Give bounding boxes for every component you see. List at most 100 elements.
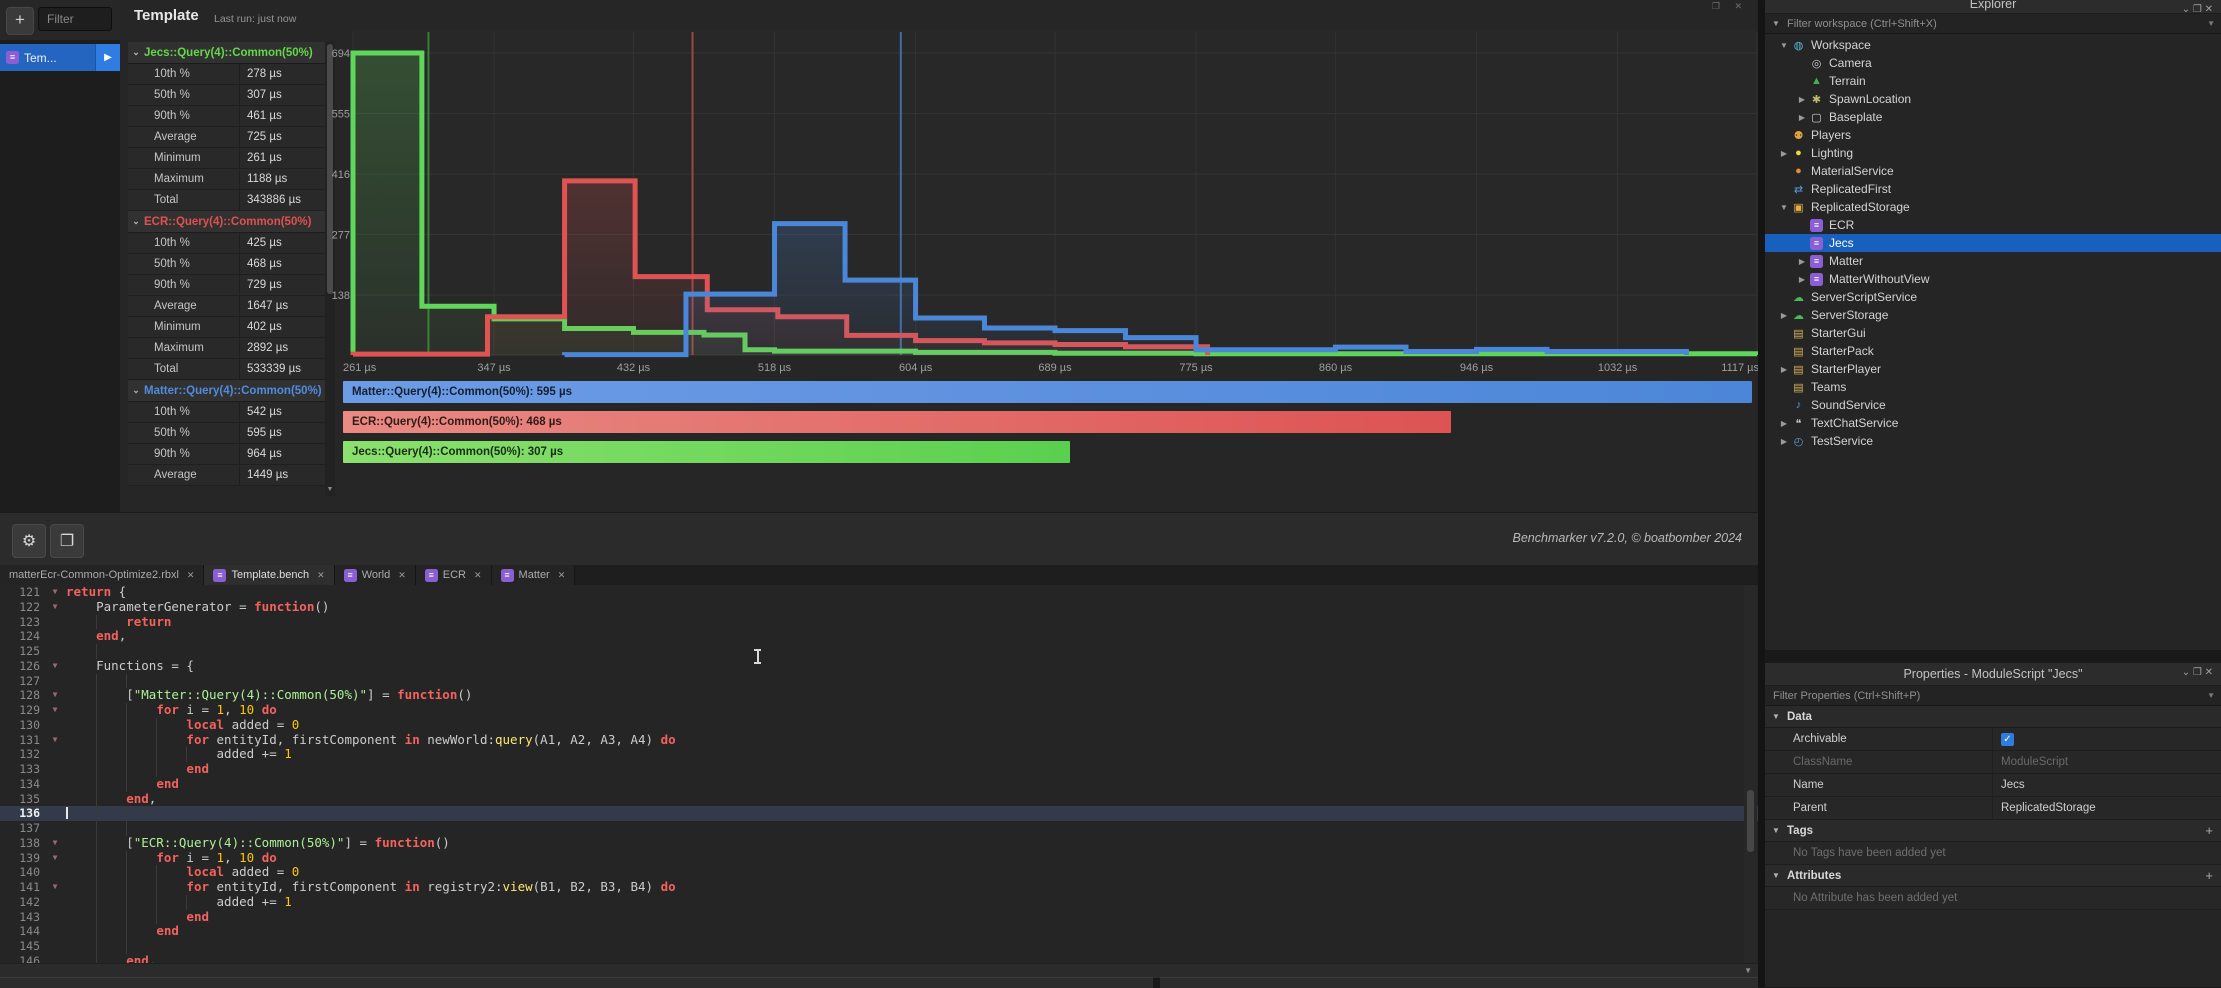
benchmark-file-item[interactable]: ≡ Tem... ▶ (0, 44, 120, 71)
stats-scroll-down-icon[interactable]: ▼ (325, 484, 335, 496)
stats-section-header[interactable]: ⌄ECR::Query(4)::Common(50%) (128, 211, 325, 233)
file-list-filter-input[interactable] (38, 7, 112, 31)
add-icon[interactable]: + (2205, 823, 2213, 838)
editor-line[interactable]: 137 (0, 821, 1758, 836)
tab-template-bench[interactable]: ≡Template.bench✕ (204, 565, 334, 585)
chevron-down-icon[interactable]: ▼ (1777, 203, 1791, 212)
scroll-corner-icon[interactable]: ▼ (1744, 966, 1752, 975)
editor-line[interactable]: 138▼ ["ECR::Query(4)::Common(50%)"] = fu… (0, 836, 1758, 851)
property-row-archivable[interactable]: Archivable✓ (1765, 728, 2221, 751)
tree-item-baseplate[interactable]: ▶▢Baseplate (1765, 108, 2221, 126)
tree-item-textchatservice[interactable]: ▶❝TextChatService (1765, 414, 2221, 432)
chevron-right-icon[interactable]: ▶ (1777, 311, 1791, 320)
chevron-right-icon[interactable]: ▶ (1795, 257, 1809, 266)
fold-arrow-icon[interactable]: ▼ (48, 703, 62, 718)
tab-matterecr-common-optimize2-rbxl[interactable]: matterEcr-Common-Optimize2.rbxl✕ (0, 565, 204, 585)
close-icon[interactable]: ✕ (474, 570, 482, 581)
editor-line[interactable]: 131▼ for entityId, firstComponent in new… (0, 733, 1758, 748)
settings-button[interactable]: ⚙ (12, 524, 46, 558)
editor-vertical-scrollbar[interactable] (1744, 585, 1757, 963)
fold-arrow-icon[interactable]: ▼ (48, 733, 62, 748)
editor-line[interactable]: 130 local added = 0 (0, 718, 1758, 733)
chevron-right-icon[interactable]: ▶ (1777, 419, 1791, 428)
panel-divider[interactable] (1758, 0, 1765, 987)
chevron-right-icon[interactable]: ▶ (1795, 275, 1809, 284)
editor-line[interactable]: 134 end (0, 777, 1758, 792)
editor-line[interactable]: 127 (0, 674, 1758, 689)
tree-item-spawnlocation[interactable]: ▶✱SpawnLocation (1765, 90, 2221, 108)
tree-item-terrain[interactable]: ▲Terrain (1765, 72, 2221, 90)
tree-item-starterpack[interactable]: ▤StarterPack (1765, 342, 2221, 360)
property-row-name[interactable]: NameJecs (1765, 774, 2221, 797)
tree-item-ecr[interactable]: ≡ECR (1765, 216, 2221, 234)
run-benchmark-button[interactable]: ▶ (95, 44, 120, 71)
properties-filter-row[interactable]: Filter Properties (Ctrl+Shift+P) ▼ (1765, 686, 2221, 706)
chevron-right-icon[interactable]: ▶ (1777, 149, 1791, 158)
tab-matter[interactable]: ≡Matter✕ (492, 565, 576, 585)
chevron-down-icon[interactable]: ▼ (1777, 41, 1791, 50)
editor-line[interactable]: 126▼ Functions = { (0, 659, 1758, 674)
property-row-parent[interactable]: ParentReplicatedStorage (1765, 797, 2221, 820)
stats-section-header[interactable]: ⌄Matter::Query(4)::Common(50%) (128, 380, 325, 402)
editor-vscroll-thumb[interactable] (1747, 790, 1754, 852)
tab-ecr[interactable]: ≡ECR✕ (416, 565, 492, 585)
editor-line[interactable]: 125 (0, 644, 1758, 659)
tree-item-camera[interactable]: ◎Camera (1765, 54, 2221, 72)
editor-line[interactable]: 140 local added = 0 (0, 865, 1758, 880)
fold-arrow-icon[interactable]: ▼ (48, 659, 62, 674)
tree-item-replicatedfirst[interactable]: ⇄ReplicatedFirst (1765, 180, 2221, 198)
stats-section-header[interactable]: ⌄Jecs::Query(4)::Common(50%) (128, 42, 325, 64)
close-icon[interactable]: ✕ (187, 570, 195, 581)
properties-window-icons[interactable]: ⌄ ❐ ✕ (2182, 667, 2213, 678)
close-icon[interactable]: ✕ (317, 570, 325, 581)
tree-item-players[interactable]: ⚉Players (1765, 126, 2221, 144)
property-row-classname[interactable]: ClassNameModuleScript (1765, 751, 2221, 774)
tab-world[interactable]: ≡World✕ (335, 565, 416, 585)
editor-line[interactable]: 122▼ ParameterGenerator = function() (0, 600, 1758, 615)
tree-item-lighting[interactable]: ▶●Lighting (1765, 144, 2221, 162)
properties-filter-dropdown-icon[interactable]: ▼ (2207, 691, 2215, 700)
editor-line[interactable]: 133 end (0, 762, 1758, 777)
fold-arrow-icon[interactable]: ▼ (48, 851, 62, 866)
properties-section-attributes[interactable]: ▼Attributes+ (1765, 865, 2221, 887)
editor-line[interactable]: 142 added += 1 (0, 895, 1758, 910)
tree-item-replicatedstorage[interactable]: ▼▣ReplicatedStorage (1765, 198, 2221, 216)
editor-line[interactable]: 146 end, (0, 954, 1758, 963)
tree-item-serverscriptservice[interactable]: ☁ServerScriptService (1765, 288, 2221, 306)
benchmark-window-icons[interactable]: ❐ ✕ (1712, 1, 1748, 12)
chevron-right-icon[interactable]: ▶ (1777, 365, 1791, 374)
explorer-window-icons[interactable]: ⌄ ❐ ✕ (2182, 4, 2213, 14)
editor-line[interactable]: 143 end (0, 910, 1758, 925)
properties-section-data[interactable]: ▼Data (1765, 706, 2221, 728)
explorer-filter-row[interactable]: ▼ Filter workspace (Ctrl+Shift+X) ▼ (1765, 14, 2221, 34)
tree-item-serverstorage[interactable]: ▶☁ServerStorage (1765, 306, 2221, 324)
tree-item-soundservice[interactable]: ♪SoundService (1765, 396, 2221, 414)
editor-line[interactable]: 123 return (0, 615, 1758, 630)
editor-line[interactable]: 141▼ for entityId, firstComponent in reg… (0, 880, 1758, 895)
docs-button[interactable]: ❐ (50, 524, 84, 558)
tree-item-jecs[interactable]: ≡Jecs (1765, 234, 2221, 252)
tree-item-matter[interactable]: ▶≡Matter (1765, 252, 2221, 270)
fold-arrow-icon[interactable]: ▼ (48, 688, 62, 703)
editor-line[interactable]: 144 end (0, 924, 1758, 939)
close-icon[interactable]: ✕ (398, 570, 406, 581)
editor-line[interactable]: 145 (0, 939, 1758, 954)
explorer-filter-dropdown-icon[interactable]: ▼ (2207, 19, 2215, 28)
fold-arrow-icon[interactable]: ▼ (48, 585, 62, 600)
script-editor[interactable]: 121▼return {122▼ ParameterGenerator = fu… (0, 585, 1758, 963)
tree-item-starterplayer[interactable]: ▶▤StarterPlayer (1765, 360, 2221, 378)
fold-arrow-icon[interactable]: ▼ (48, 836, 62, 851)
tree-item-startergui[interactable]: ▤StarterGui (1765, 324, 2221, 342)
editor-line[interactable]: 139▼ for i = 1, 10 do (0, 851, 1758, 866)
add-icon[interactable]: + (2205, 868, 2213, 883)
tree-item-matterwithoutview[interactable]: ▶≡MatterWithoutView (1765, 270, 2221, 288)
editor-line[interactable]: 124 end, (0, 629, 1758, 644)
add-benchmark-button[interactable]: + (6, 7, 34, 35)
explorer-properties-divider[interactable] (1765, 650, 2221, 663)
tree-item-teams[interactable]: ▤Teams (1765, 378, 2221, 396)
close-icon[interactable]: ✕ (558, 570, 566, 581)
chevron-right-icon[interactable]: ▶ (1795, 95, 1809, 104)
fold-arrow-icon[interactable]: ▼ (48, 600, 62, 615)
tree-item-workspace[interactable]: ▼◍Workspace (1765, 36, 2221, 54)
tree-item-testservice[interactable]: ▶◴TestService (1765, 432, 2221, 450)
